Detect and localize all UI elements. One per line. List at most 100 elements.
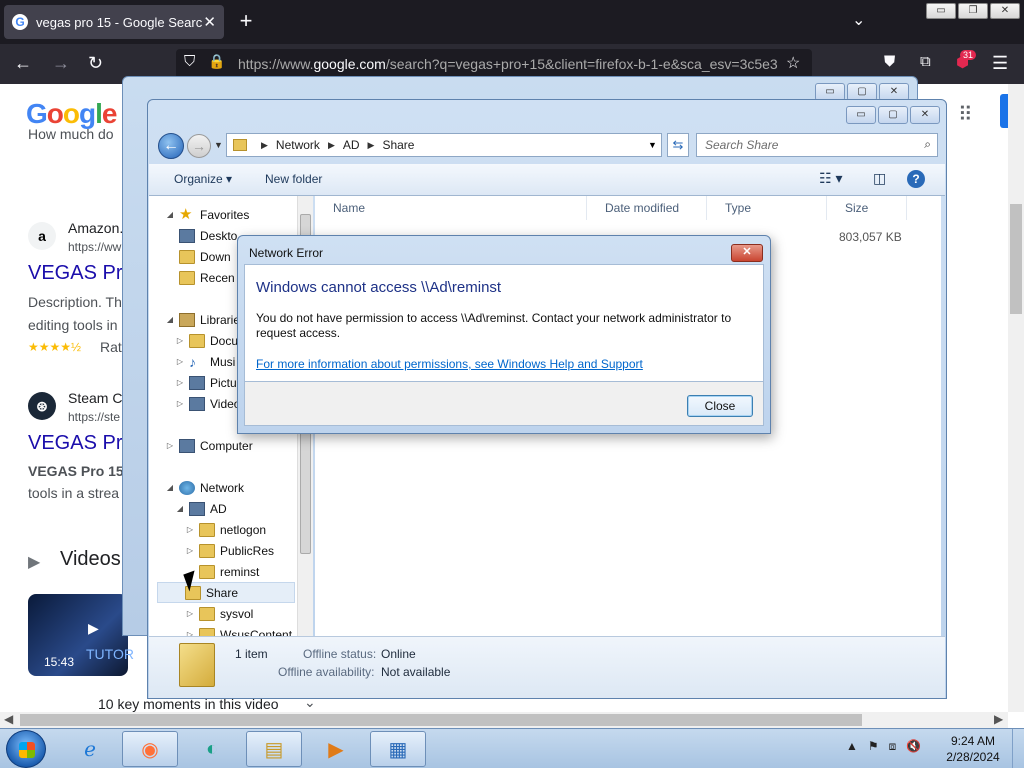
new-folder-button[interactable]: New folder — [265, 172, 322, 186]
result-title-link[interactable]: VEGAS Pro — [28, 262, 134, 285]
breadcrumb-arrow-icon[interactable]: ▶ — [261, 140, 268, 151]
nav-item-recent[interactable]: Recen — [179, 267, 235, 288]
nav-item-favorites[interactable]: ◢ ★ Favorites — [165, 204, 249, 225]
dialog-message: You do not have permission to access \\A… — [256, 311, 732, 340]
help-and-support-link[interactable]: For more information about permissions, … — [256, 357, 643, 371]
media-player-icon[interactable]: ▶ — [308, 731, 364, 767]
nav-item-computer[interactable]: ▷ Computer — [165, 435, 253, 456]
nav-item-music[interactable]: ▷ ♪ Musi — [175, 351, 235, 372]
organize-button[interactable]: Organize ▾ — [174, 172, 232, 186]
result-site-name[interactable]: Amazon. — [68, 220, 123, 236]
reload-icon[interactable]: ↻ — [88, 53, 103, 74]
new-tab-button[interactable]: + — [232, 8, 260, 36]
menu-icon[interactable]: ☰ — [992, 53, 1008, 74]
shared-folder-icon — [179, 643, 215, 687]
pocket-icon[interactable]: ⛊ — [884, 53, 895, 70]
show-desktop-button[interactable] — [1012, 729, 1024, 768]
column-header-date[interactable]: Date modified — [587, 196, 707, 220]
address-bar[interactable]: ▶ Network ▶ AD ▶ Share — [226, 133, 662, 157]
extensions-icon[interactable]: ⧉ — [920, 53, 931, 70]
browser-tab[interactable]: G vegas pro 15 - Google Search ✕ — [4, 5, 224, 39]
bookmark-star-icon[interactable]: ☆ — [786, 53, 800, 73]
show-hidden-icons-icon[interactable]: ▲ — [846, 739, 858, 754]
url-bar[interactable]: ⛉ 🔒 https://www.google.com/search?q=vega… — [176, 49, 812, 79]
search-icon[interactable]: ⌕ — [924, 137, 931, 152]
sign-in-button[interactable] — [1000, 94, 1008, 128]
refresh-icon[interactable]: ⇆ — [667, 133, 689, 157]
preview-pane-icon[interactable]: ◫ — [873, 170, 886, 187]
video-thumbnail[interactable] — [28, 594, 128, 676]
result-title-link[interactable]: VEGAS Pro — [28, 432, 134, 455]
nav-item-wsuscontent[interactable]: ▷ WsusContent — [185, 624, 292, 636]
restore-button[interactable]: ❐ — [958, 3, 988, 19]
scroll-right-icon[interactable]: ▶ — [994, 712, 1003, 726]
clock-date: 2/28/2024 — [946, 750, 1000, 764]
dialog-title: Network Error — [249, 246, 324, 260]
video-play-button-icon[interactable]: ▶ — [88, 620, 99, 637]
column-header-name[interactable]: Name — [315, 196, 587, 220]
libraries-icon — [179, 312, 195, 327]
page-horizontal-scrollbar[interactable]: ◀ ▶ — [0, 712, 1008, 728]
column-header-size[interactable]: Size — [827, 196, 907, 220]
back-button[interactable]: ← — [158, 133, 184, 159]
search-input[interactable]: Search Share ⌕ — [696, 133, 938, 157]
result-site-name[interactable]: Steam C — [68, 390, 122, 406]
dialog-footer: Close — [244, 382, 764, 426]
windows-explorer-icon[interactable]: ▤ — [246, 731, 302, 767]
start-button[interactable] — [6, 730, 46, 768]
control-panel-icon[interactable]: ▦ — [370, 731, 426, 767]
breadcrumb-share[interactable]: Share — [382, 138, 414, 152]
nav-item-publicres[interactable]: ▷ PublicRes — [185, 540, 274, 561]
nav-item-network[interactable]: ◢ Network — [165, 477, 244, 498]
dialog-close-icon[interactable]: ✕ — [731, 244, 763, 262]
nav-item-documents[interactable]: ▷ Docu — [175, 330, 238, 351]
videos-icon — [189, 396, 205, 411]
nav-item-downloads[interactable]: Down — [179, 246, 231, 267]
column-header-type[interactable]: Type — [707, 196, 827, 220]
scroll-left-icon[interactable]: ◀ — [4, 712, 13, 726]
close-button[interactable]: Close — [687, 395, 753, 417]
rating-label: Rat — [100, 339, 122, 355]
maximize-button[interactable]: ▢ — [878, 106, 908, 124]
close-window-button[interactable]: ✕ — [990, 3, 1020, 19]
views-icon[interactable]: ☷ ▾ — [819, 170, 842, 187]
forward-arrow-icon[interactable]: → — [52, 53, 70, 74]
list-all-tabs-chevron-icon[interactable]: ⌄ — [852, 10, 865, 30]
google-apps-icon[interactable]: ⠿ — [958, 102, 973, 127]
back-arrow-icon[interactable]: ← — [14, 53, 32, 74]
forward-button[interactable]: → — [187, 134, 211, 158]
nav-item-ad[interactable]: ◢ AD — [175, 498, 227, 519]
firefox-icon[interactable]: ◉ — [122, 731, 178, 767]
nav-item-share[interactable]: Share — [157, 582, 295, 603]
action-center-flag-icon[interactable]: ⚑ — [868, 739, 879, 754]
app-icon[interactable]: ◐ — [184, 731, 240, 767]
pictures-icon — [189, 375, 205, 390]
internet-explorer-icon[interactable]: ℯ — [62, 731, 118, 767]
result-url[interactable]: https://ww — [68, 240, 121, 254]
minimize-button[interactable]: ▭ — [846, 106, 876, 124]
nav-item-sysvol[interactable]: ▷ sysvol — [185, 603, 253, 624]
lock-icon[interactable]: 🔒 — [208, 53, 225, 70]
breadcrumb-arrow-icon[interactable]: ▶ — [328, 140, 335, 151]
network-tray-icon[interactable]: ⧈ — [889, 739, 897, 754]
nav-item-libraries[interactable]: ◢ Librarie — [165, 309, 240, 330]
result-url[interactable]: https://ste — [68, 410, 120, 424]
close-window-button[interactable]: ✕ — [910, 106, 940, 124]
nav-item-videos[interactable]: ▷ Video — [175, 393, 240, 414]
volume-muted-icon[interactable]: 🔇 — [906, 739, 921, 754]
page-vertical-scrollbar[interactable] — [1008, 84, 1024, 712]
tab-close-icon[interactable]: ✕ — [203, 13, 216, 31]
nav-item-netlogon[interactable]: ▷ netlogon — [185, 519, 266, 540]
tracking-shield-icon[interactable]: ⛉ — [184, 53, 195, 70]
history-dropdown-icon[interactable]: ▼ — [214, 140, 223, 150]
address-dropdown-icon[interactable]: ▼ — [648, 140, 657, 150]
breadcrumb-network[interactable]: Network — [276, 138, 320, 152]
nav-item-pictures[interactable]: ▷ Pictur — [175, 372, 241, 393]
computer-icon — [179, 438, 195, 453]
clock[interactable]: 9:24 AM 2/28/2024 — [940, 733, 1006, 765]
breadcrumb-ad[interactable]: AD — [343, 138, 360, 152]
breadcrumb-arrow-icon[interactable]: ▶ — [368, 140, 375, 151]
minimize-button[interactable]: ▭ — [926, 3, 956, 19]
nav-item-desktop[interactable]: Deskto — [179, 225, 237, 246]
help-icon[interactable]: ? — [907, 170, 925, 188]
